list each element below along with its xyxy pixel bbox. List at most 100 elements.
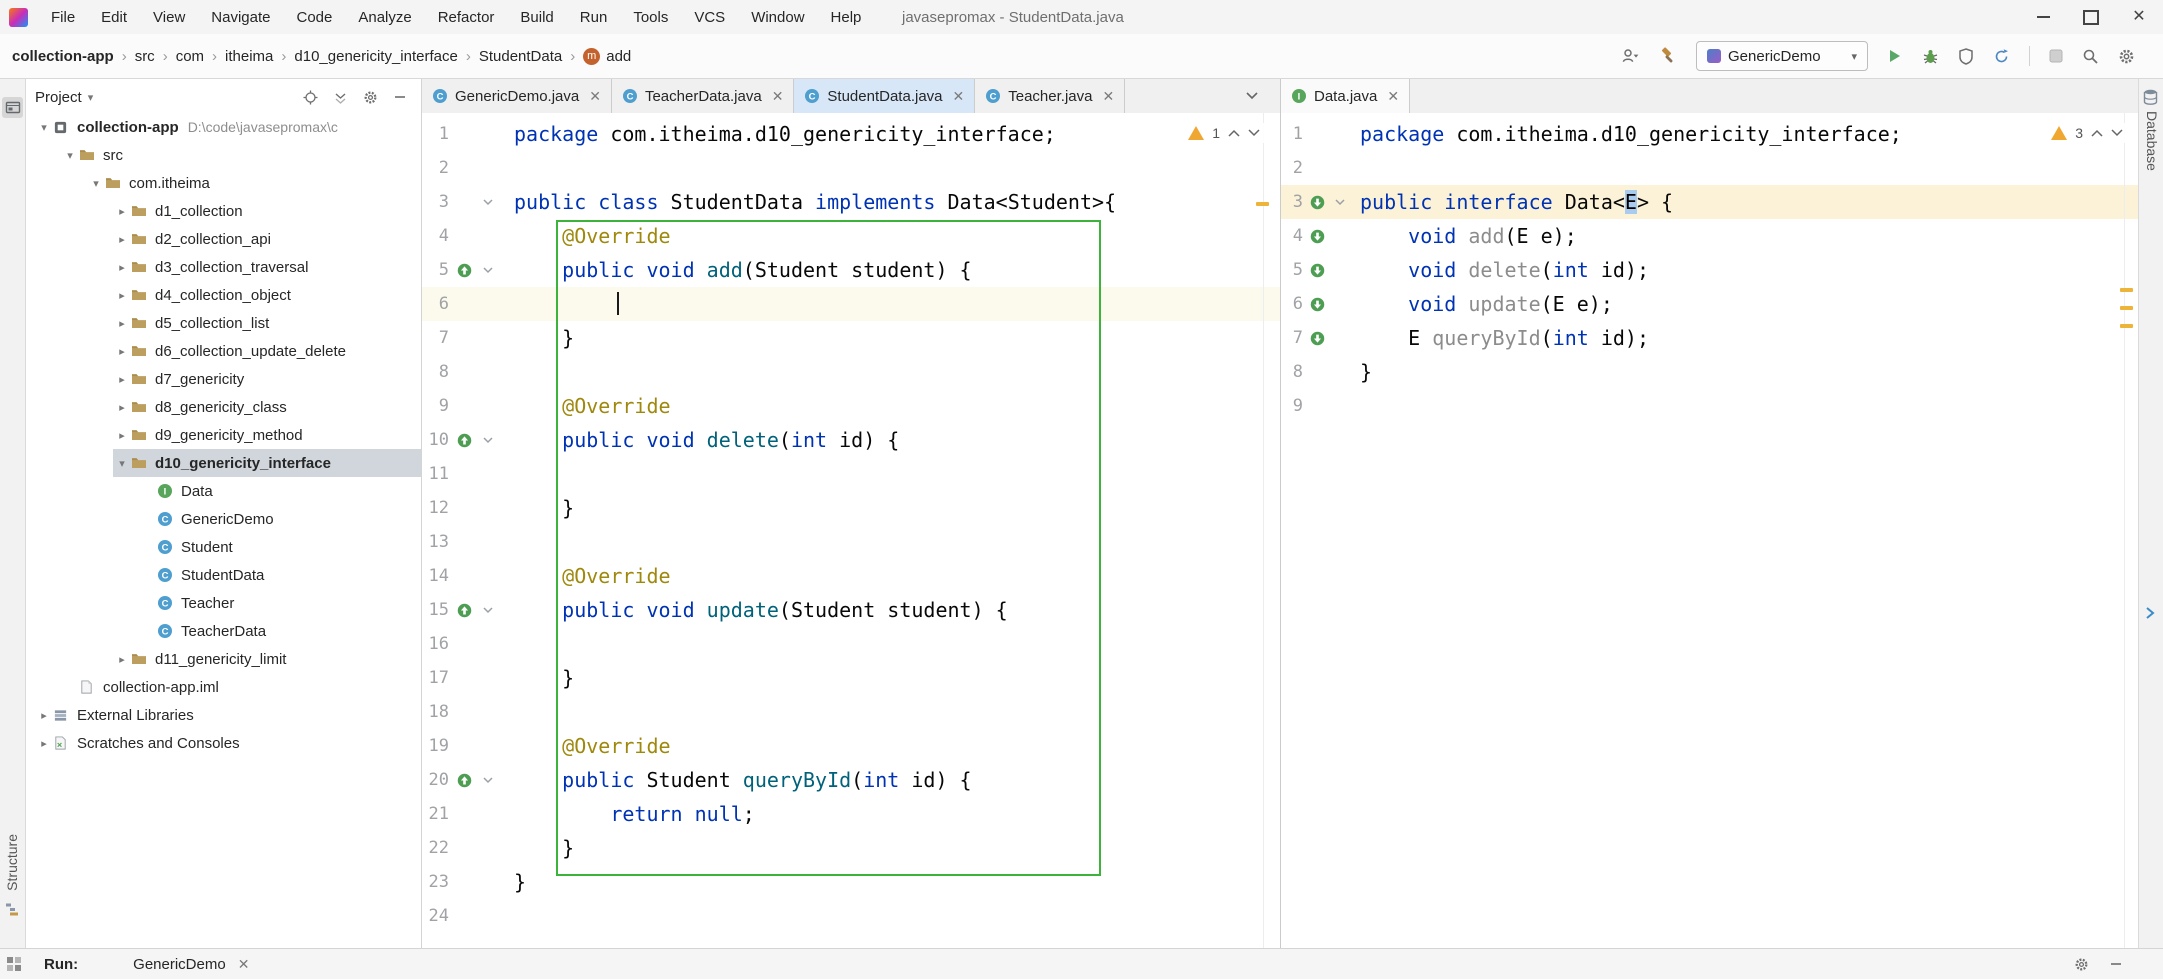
- implements-method-icon[interactable]: [449, 773, 479, 788]
- close-icon[interactable]: ✕: [238, 956, 250, 973]
- tree-item-Student[interactable]: C Student: [25, 533, 421, 561]
- line-number[interactable]: 14: [422, 566, 449, 586]
- line-number[interactable]: 22: [422, 838, 449, 858]
- line-number[interactable]: 21: [422, 804, 449, 824]
- tab-close-icon[interactable]: ✕: [1387, 88, 1399, 105]
- search-everywhere-icon[interactable]: [2082, 48, 2099, 65]
- code-line-24[interactable]: 24: [422, 899, 1280, 933]
- code-line-2[interactable]: 2: [1281, 151, 2139, 185]
- tree-item-StudentData[interactable]: C StudentData: [25, 561, 421, 589]
- tree-item-d7_genericity[interactable]: ▸ d7_genericity: [25, 365, 421, 393]
- line-number[interactable]: 11: [422, 464, 449, 484]
- code-line-4[interactable]: 4 void add(E e);: [1281, 219, 2139, 253]
- menu-code[interactable]: Code: [283, 0, 345, 34]
- line-number[interactable]: 23: [422, 872, 449, 892]
- next-warning-chevron-down-icon[interactable]: [1248, 129, 1260, 137]
- run-button[interactable]: [1887, 48, 1903, 64]
- breadcrumb-d10_genericity_interface[interactable]: d10_genericity_interface: [294, 48, 457, 65]
- line-number[interactable]: 8: [1281, 362, 1303, 382]
- tab-close-icon[interactable]: ✕: [589, 88, 601, 105]
- debug-button[interactable]: [1922, 48, 1939, 65]
- code-line-7[interactable]: 7 E queryById(int id);: [1281, 321, 2139, 355]
- tab-close-icon[interactable]: ✕: [953, 88, 965, 105]
- tree-item-d4_collection_object[interactable]: ▸ d4_collection_object: [25, 281, 421, 309]
- implements-method-icon[interactable]: [449, 603, 479, 618]
- tree-chevron-expanded-icon[interactable]: ▾: [61, 149, 79, 162]
- tree-chevron-expanded-icon[interactable]: ▾: [35, 121, 53, 134]
- line-number[interactable]: 20: [422, 770, 449, 790]
- settings-gear-icon[interactable]: [2118, 48, 2135, 65]
- breadcrumb-com[interactable]: com: [176, 48, 204, 65]
- tab-StudentData.java[interactable]: C StudentData.java ✕: [794, 79, 976, 113]
- next-warning-chevron-down-icon[interactable]: [2111, 129, 2123, 137]
- tree-item-GenericDemo[interactable]: C GenericDemo: [25, 505, 421, 533]
- menu-file[interactable]: File: [38, 0, 88, 34]
- project-panel-title[interactable]: Project: [35, 89, 82, 106]
- run-configuration-select[interactable]: GenericDemo ▾: [1696, 41, 1868, 71]
- code-line-6[interactable]: 6: [422, 287, 1280, 321]
- tree-chevron-expanded-icon[interactable]: ▾: [113, 457, 131, 470]
- code-line-23[interactable]: 23}: [422, 865, 1280, 899]
- tab-Teacher.java[interactable]: C Teacher.java ✕: [975, 79, 1126, 113]
- menu-refactor[interactable]: Refactor: [425, 0, 508, 34]
- line-number[interactable]: 1: [1281, 124, 1303, 144]
- code-line-12[interactable]: 12 }: [422, 491, 1280, 525]
- locate-file-icon[interactable]: [303, 90, 318, 105]
- tree-chevron-collapsed-icon[interactable]: ▸: [113, 261, 131, 274]
- tree-chevron-collapsed-icon[interactable]: ▸: [113, 373, 131, 386]
- line-number[interactable]: 9: [1281, 396, 1303, 416]
- breadcrumb-add[interactable]: m add: [583, 47, 631, 65]
- code-line-3[interactable]: 3 public interface Data<E> {: [1281, 185, 2139, 219]
- tree-chevron-collapsed-icon[interactable]: ▸: [113, 233, 131, 246]
- tab-close-icon[interactable]: ✕: [1102, 88, 1114, 105]
- editor-data-interface[interactable]: 1 package com.itheima.d10_genericity_inte…: [1281, 113, 2139, 949]
- tree-chevron-collapsed-icon[interactable]: ▸: [113, 401, 131, 414]
- implemented-marker-icon[interactable]: [1303, 331, 1331, 346]
- line-number[interactable]: 5: [422, 260, 449, 280]
- breadcrumb-src[interactable]: src: [135, 48, 155, 65]
- code-line-22[interactable]: 22 }: [422, 831, 1280, 865]
- tree-item-collection-app.iml[interactable]: collection-app.iml: [25, 673, 421, 701]
- expand-arrow-icon[interactable]: [2145, 607, 2155, 619]
- close-button[interactable]: ✕: [2115, 0, 2163, 34]
- structure-tool-window-button[interactable]: Structure: [4, 834, 20, 891]
- implemented-marker-icon[interactable]: [1303, 263, 1331, 278]
- tree-chevron-collapsed-icon[interactable]: ▸: [113, 317, 131, 330]
- tree-item-d8_genericity_class[interactable]: ▸ d8_genericity_class: [25, 393, 421, 421]
- tree-item-d5_collection_list[interactable]: ▸ d5_collection_list: [25, 309, 421, 337]
- code-line-3[interactable]: 3 public class StudentData implements Dat…: [422, 185, 1280, 219]
- fold-chevron-icon[interactable]: [479, 266, 497, 274]
- tree-item-d1_collection[interactable]: ▸ d1_collection: [25, 197, 421, 225]
- line-number[interactable]: 6: [1281, 294, 1303, 314]
- prev-warning-chevron-up-icon[interactable]: [2091, 129, 2103, 137]
- code-line-21[interactable]: 21 return null;: [422, 797, 1280, 831]
- tree-item-d2_collection_api[interactable]: ▸ d2_collection_api: [25, 225, 421, 253]
- code-line-15[interactable]: 15 public void update(Student student) {: [422, 593, 1280, 627]
- code-line-13[interactable]: 13: [422, 525, 1280, 559]
- tab-Data.java[interactable]: I Data.java ✕: [1281, 79, 1411, 113]
- fold-chevron-icon[interactable]: [479, 606, 497, 614]
- line-number[interactable]: 4: [1281, 226, 1303, 246]
- line-number[interactable]: 1: [422, 124, 449, 144]
- breadcrumb-itheima[interactable]: itheima: [225, 48, 273, 65]
- code-line-5[interactable]: 5 public void add(Student student) {: [422, 253, 1280, 287]
- line-number[interactable]: 24: [422, 906, 449, 926]
- code-line-6[interactable]: 6 void update(E e);: [1281, 287, 2139, 321]
- run-settings-gear-icon[interactable]: [2074, 957, 2089, 972]
- line-number[interactable]: 15: [422, 600, 449, 620]
- code-line-8[interactable]: 8}: [1281, 355, 2139, 389]
- code-line-1[interactable]: 1 package com.itheima.d10_genericity_inte…: [1281, 117, 2139, 151]
- implemented-marker-icon[interactable]: [1303, 229, 1331, 244]
- line-number[interactable]: 19: [422, 736, 449, 756]
- panel-settings-gear-icon[interactable]: [363, 90, 378, 105]
- warning-stripe-mark[interactable]: [2120, 306, 2133, 310]
- fold-chevron-icon[interactable]: [479, 436, 497, 444]
- implemented-marker-icon[interactable]: [1303, 297, 1331, 312]
- code-line-16[interactable]: 16: [422, 627, 1280, 661]
- tab-overflow-chevron-icon[interactable]: [1246, 79, 1258, 113]
- line-number[interactable]: 7: [422, 328, 449, 348]
- code-line-9[interactable]: 9: [1281, 389, 2139, 423]
- project-tool-window-button[interactable]: [2, 97, 23, 118]
- tree-chevron-collapsed-icon[interactable]: ▸: [113, 345, 131, 358]
- stop-button[interactable]: [2049, 49, 2063, 63]
